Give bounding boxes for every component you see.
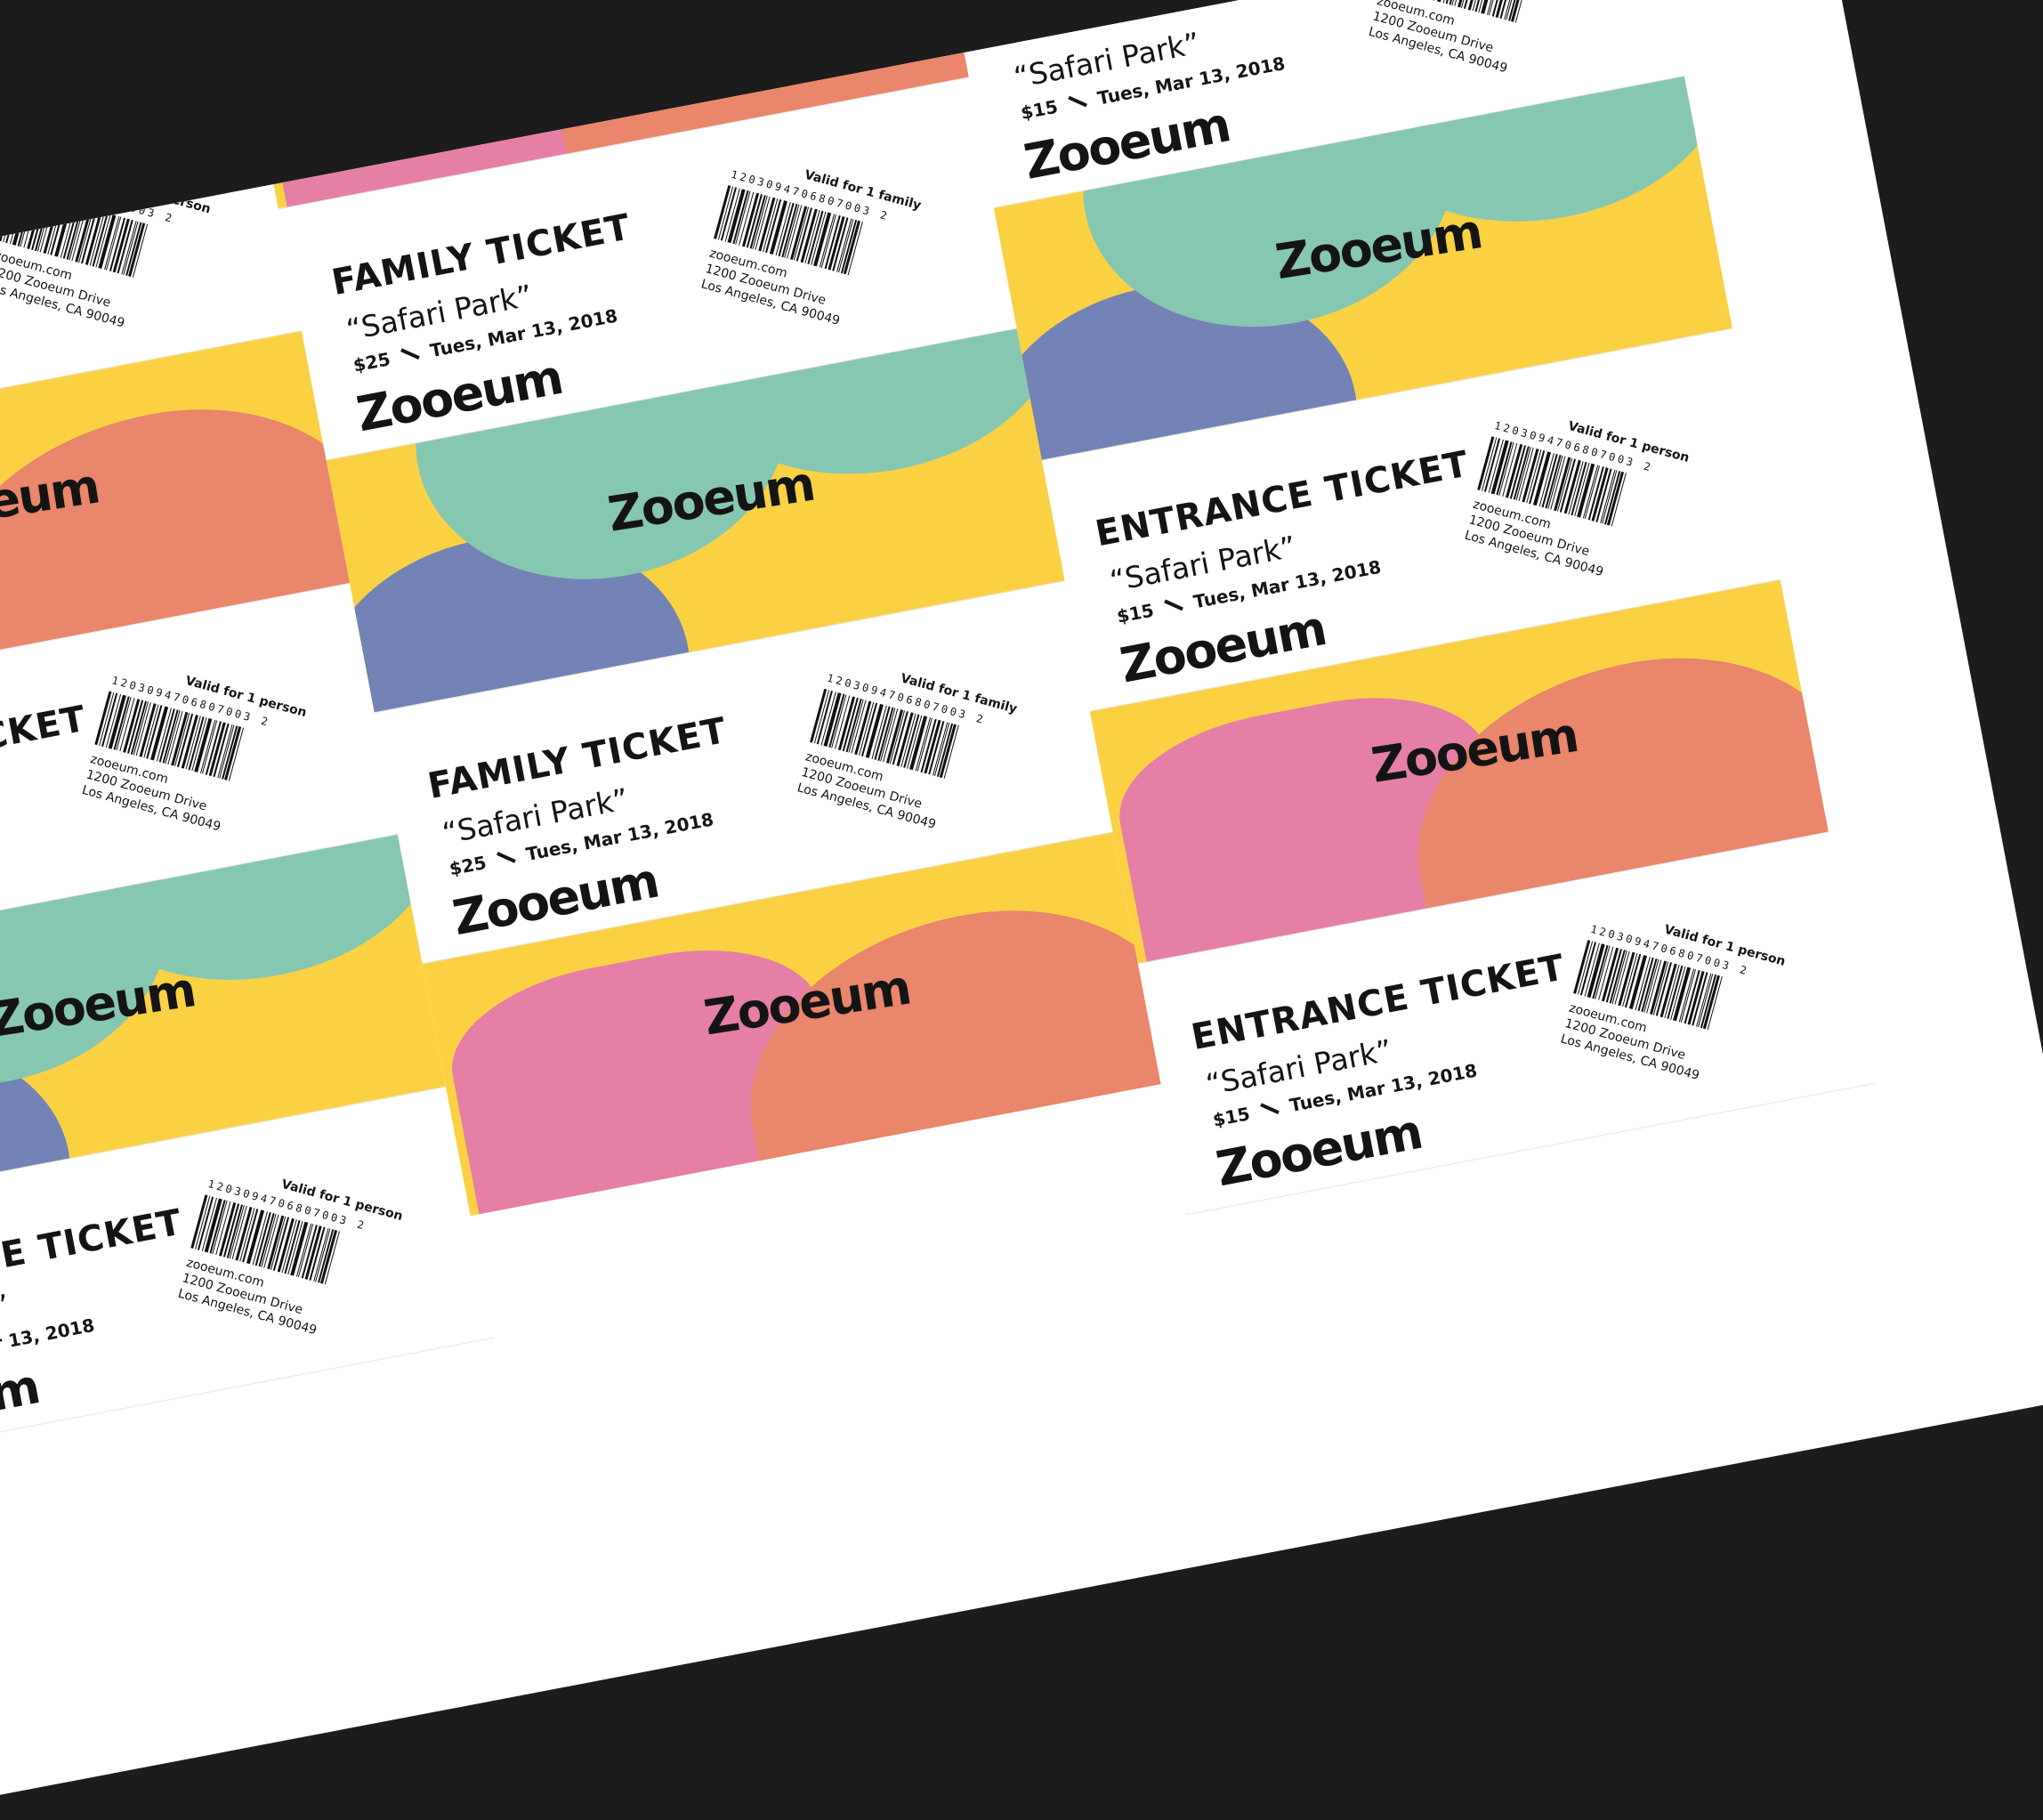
price: $15 — [1115, 599, 1156, 627]
ticket-barcode-block: Valid for 1 family 1203094706807003 2 zo… — [699, 150, 953, 351]
barcode-bar — [27, 195, 44, 249]
ticket-barcode-block: Valid for 1 person 1203094706807003 2 zo… — [0, 151, 238, 352]
ticket-barcode-block: Valid for 1 person 1203094706807003 2 zo… — [80, 655, 334, 856]
slash-divider — [497, 852, 516, 863]
barcode-bar — [5, 190, 21, 243]
ticket-barcode-block: Valid for 1 person 1203094706807003 2 zo… — [1463, 400, 1716, 602]
ticket-barcode-block: Valid for 1 person 1203094706807003 2 zo… — [1367, 0, 1620, 98]
ticket-title: ENTRANCE TICKET — [0, 699, 90, 810]
zooeum-logo: Zooeum — [0, 1358, 43, 1452]
ticket-barcode-block: Valid for 1 person 1203094706807003 2 zo… — [1559, 904, 1813, 1105]
ticket-barcode-block: Valid for 1 person 1203094706807003 2 zo… — [176, 1159, 430, 1360]
zooeum-logo: Zooeum — [508, 0, 722, 39]
slash-divider — [1260, 1103, 1280, 1114]
ticket-barcode-block: Valid for 1 family 1203094706807003 2 zo… — [795, 652, 1049, 853]
ticket-sheet: ENTRANCE TICKET “Safari Park” $15Tues, M… — [0, 0, 2043, 1820]
price: $25 — [351, 348, 392, 376]
coral-blob — [721, 878, 1161, 1216]
slash-divider — [1068, 96, 1087, 108]
slash-divider — [1164, 600, 1183, 611]
price: $25 — [448, 852, 489, 879]
slash-divider — [400, 348, 420, 360]
price: $15 — [1019, 96, 1060, 124]
address: zooeum.com 1200 Zooeum Drive Los Angeles… — [1367, 0, 1594, 98]
ticket-title: ENTRANCE TICKET — [0, 1201, 186, 1313]
price: $15 — [1211, 1103, 1252, 1130]
